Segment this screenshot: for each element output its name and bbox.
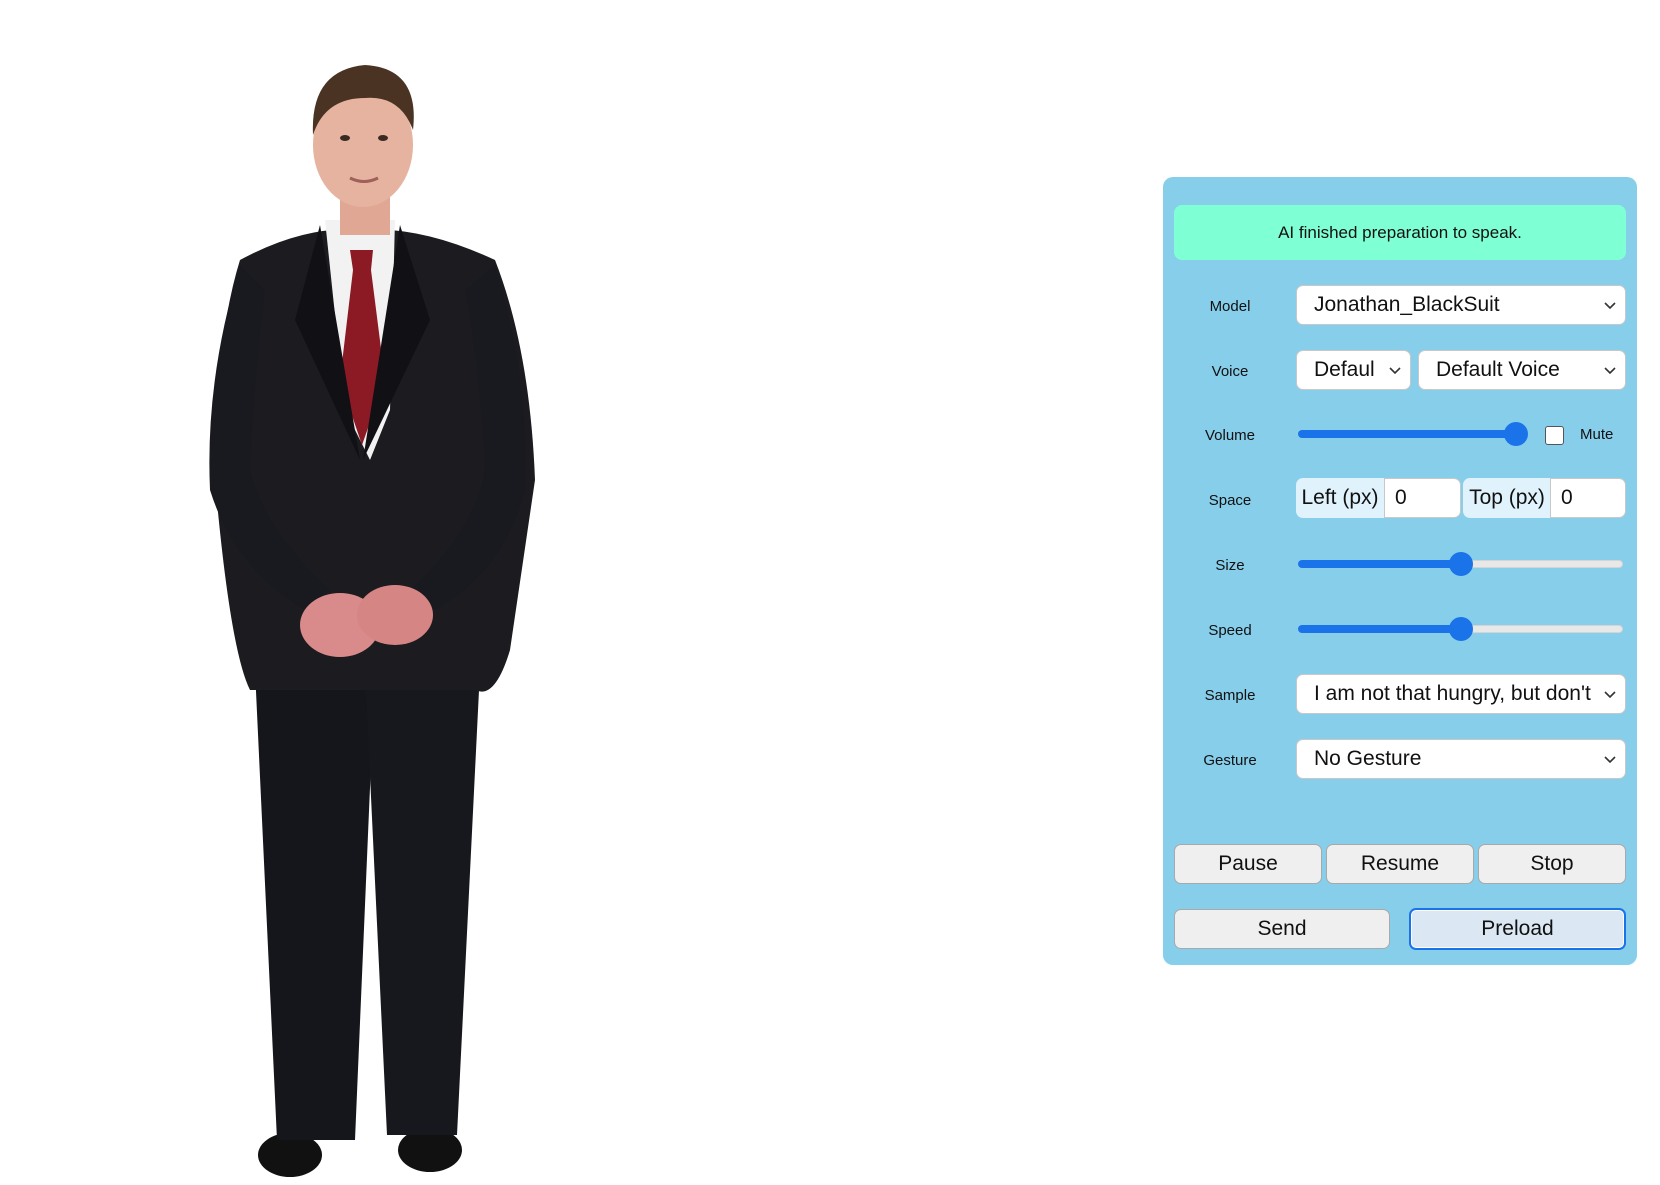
volume-slider[interactable] [1298,422,1528,446]
top-px-label: Top (px) [1463,478,1551,518]
model-select-value: Jonathan_BlackSuit [1314,293,1500,316]
control-panel: AI finished preparation to speak. Model … [1163,177,1637,965]
pause-button[interactable]: Pause [1174,844,1322,884]
voice-row: Voice Defaul Default Voice [1163,349,1637,393]
slider-fill [1298,430,1516,438]
voice-label: Voice [1211,362,1249,380]
model-select[interactable]: Jonathan_BlackSuit [1296,285,1626,325]
chevron-down-icon [1604,367,1616,375]
voice-select[interactable]: Default Voice [1418,350,1626,390]
sample-row: Sample I am not that hungry, but don't [1163,673,1637,717]
model-row: Model Jonathan_BlackSuit [1163,284,1637,328]
size-row: Size [1163,543,1637,587]
chevron-down-icon [1389,367,1401,375]
space-row: Space Left (px) 0 Top (px) 0 [1163,478,1637,522]
gesture-select[interactable]: No Gesture [1296,739,1626,779]
resume-button[interactable]: Resume [1326,844,1474,884]
left-px-label: Left (px) [1296,478,1384,518]
speed-label: Speed [1208,621,1252,639]
voice-language-select[interactable]: Defaul [1296,350,1411,390]
speed-slider[interactable] [1298,617,1623,641]
chevron-down-icon [1604,756,1616,764]
top-px-input[interactable]: 0 [1550,478,1626,518]
volume-row: Volume Mute [1163,413,1637,457]
ai-avatar-image [209,65,535,1177]
slider-fill [1298,560,1461,568]
chevron-down-icon [1604,302,1616,310]
size-slider[interactable] [1298,552,1623,576]
sample-label: Sample [1204,686,1256,704]
chevron-down-icon [1604,691,1616,699]
slider-thumb[interactable] [1449,552,1473,576]
status-banner: AI finished preparation to speak. [1174,205,1626,260]
slider-thumb[interactable] [1504,422,1528,446]
voice-language-value: Defaul [1314,358,1375,381]
send-button[interactable]: Send [1174,909,1390,949]
preload-button[interactable]: Preload [1409,908,1626,950]
left-px-input[interactable]: 0 [1384,478,1461,518]
slider-thumb[interactable] [1449,617,1473,641]
mute-checkbox[interactable] [1545,426,1564,445]
mute-label: Mute [1580,426,1614,443]
status-text: AI finished preparation to speak. [1278,222,1522,242]
size-label: Size [1215,556,1245,574]
model-label: Model [1209,297,1251,315]
gesture-label: Gesture [1203,751,1257,769]
space-label: Space [1208,491,1252,509]
gesture-select-value: No Gesture [1314,747,1422,770]
volume-label: Volume [1204,426,1256,444]
sample-select[interactable]: I am not that hungry, but don't [1296,674,1626,714]
stop-button[interactable]: Stop [1478,844,1626,884]
sample-select-value: I am not that hungry, but don't [1314,682,1591,705]
speed-row: Speed [1163,608,1637,652]
gesture-row: Gesture No Gesture [1163,738,1637,782]
slider-fill [1298,625,1461,633]
voice-select-value: Default Voice [1436,358,1560,381]
